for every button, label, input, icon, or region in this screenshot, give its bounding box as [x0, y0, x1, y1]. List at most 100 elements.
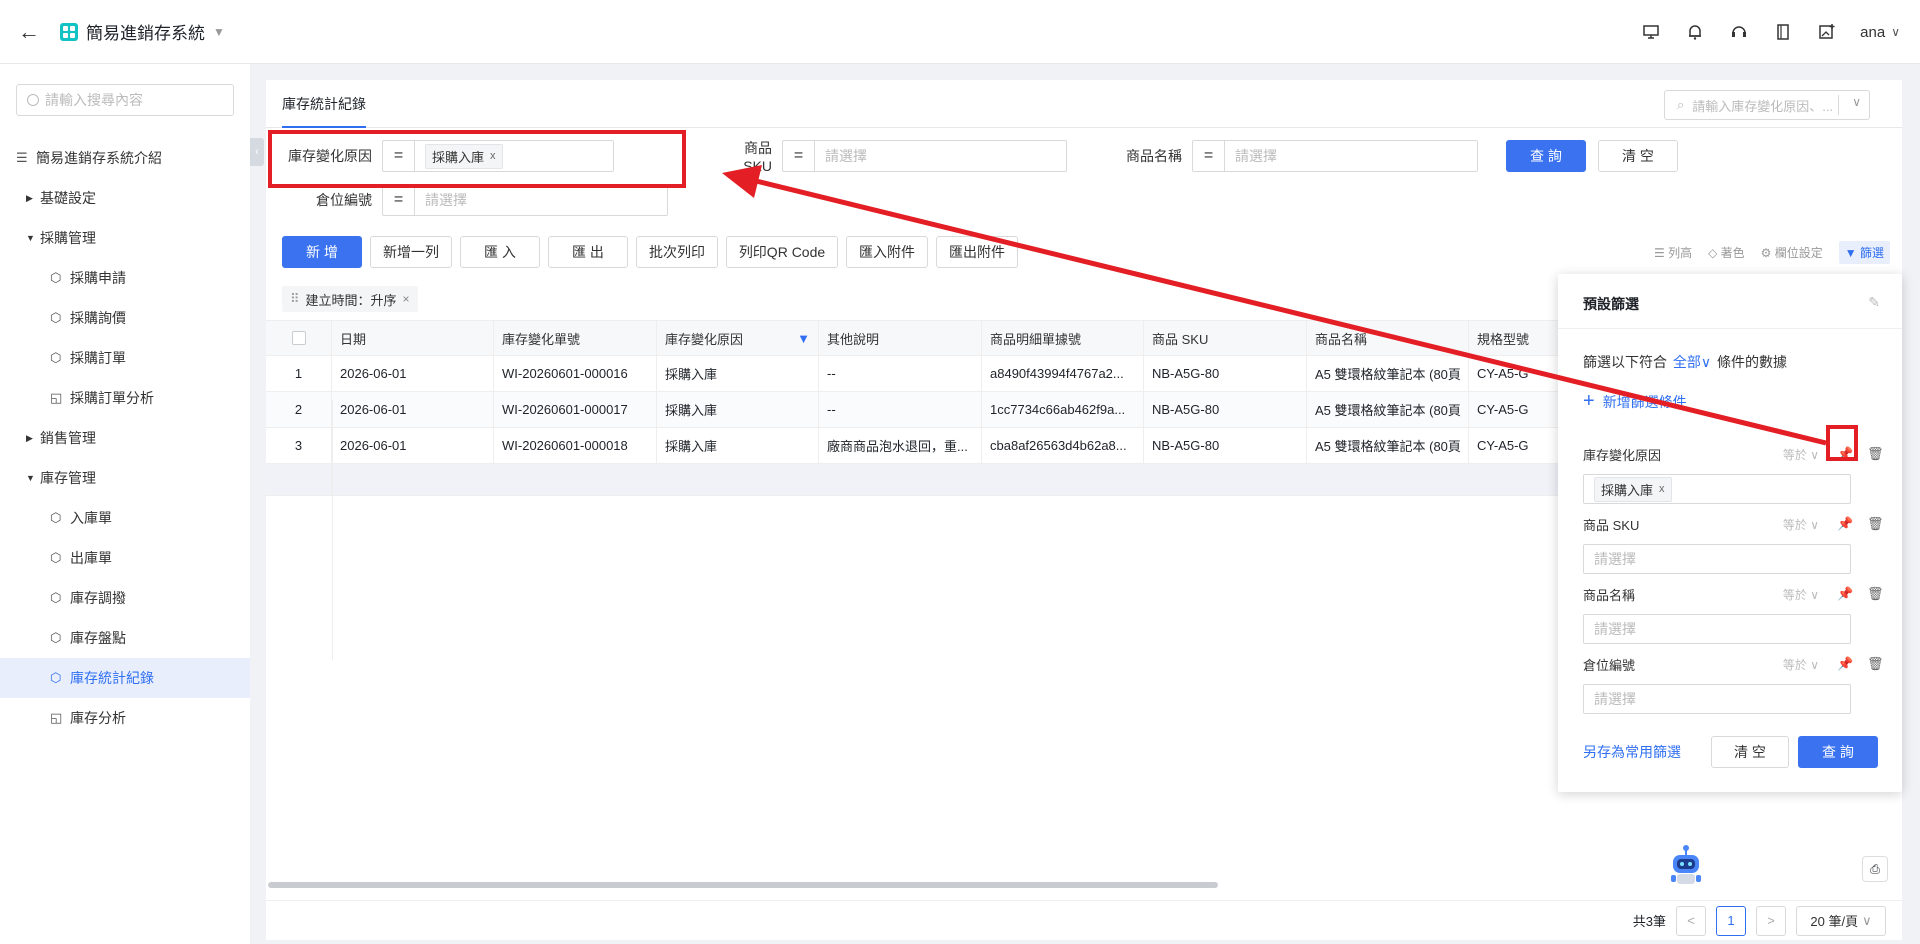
column-header[interactable]: 規格型號 [1469, 321, 1569, 355]
sidebar-item-label: 庫存管理 [40, 470, 96, 486]
sidebar-collapse-button[interactable]: ‹ [250, 138, 264, 166]
document-icon[interactable]: ⎙ [1862, 856, 1888, 882]
import-attachment-button[interactable]: 匯入附件 [846, 236, 928, 268]
robot-assistant-icon[interactable] [1664, 844, 1708, 890]
cell: A5 雙環格紋筆記本 (80頁 [1307, 428, 1469, 463]
image-edit-icon[interactable] [1816, 21, 1838, 43]
sidebar-item-inventory-records[interactable]: ⬡ 庫存統計紀錄 [0, 658, 250, 698]
caret-down-icon[interactable]: ▼ [213, 25, 225, 39]
monitor-icon[interactable] [1640, 21, 1662, 43]
add-button[interactable]: 新 增 [282, 236, 362, 268]
column-header[interactable]: 其他說明 [819, 321, 982, 355]
sidebar-item-basic-settings[interactable]: ▶ 基礎設定 [0, 178, 250, 218]
pin-icon[interactable]: 📌 [1837, 586, 1853, 602]
match-mode-select[interactable]: 全部∨ [1673, 354, 1711, 370]
user-name[interactable]: ana [1860, 24, 1885, 41]
filter-tool[interactable]: ▼ 篩選 [1838, 241, 1890, 264]
caret-right-icon: ▶ [26, 432, 33, 443]
location-select[interactable]: 請選擇 [1583, 684, 1851, 714]
pin-icon[interactable]: ✎ [1868, 294, 1880, 311]
column-header[interactable]: 庫存變化單號 [494, 321, 657, 355]
sidebar-item-purchase-request[interactable]: ⬡ 採購申請 [0, 258, 250, 298]
trash-icon[interactable]: 🗑 [1867, 586, 1884, 602]
headset-icon[interactable] [1728, 21, 1750, 43]
sku-select[interactable]: 請選擇 [814, 140, 1067, 172]
pin-icon[interactable]: 📌 [1837, 516, 1853, 532]
sidebar-search-input[interactable]: 請輸入搜尋內容 [16, 84, 234, 116]
prev-page-button[interactable]: < [1676, 905, 1706, 936]
select-all-checkbox[interactable] [291, 331, 306, 345]
record-search-select[interactable]: ⌕ 請輸入庫存變化原因、... ∨ [1664, 90, 1870, 120]
name-select[interactable]: 請選擇 [1583, 614, 1851, 644]
operator-equals[interactable]: = [382, 184, 414, 216]
trash-icon[interactable]: 🗑 [1867, 656, 1884, 672]
cube-icon: ⬡ [50, 550, 62, 565]
location-select[interactable]: 請選擇 [414, 184, 668, 216]
drag-handle-icon[interactable]: ⠿ [290, 291, 300, 307]
column-header[interactable]: 商品 SKU [1144, 321, 1307, 355]
page-1-button[interactable]: 1 [1716, 905, 1746, 936]
name-select[interactable]: 請選擇 [1224, 140, 1478, 172]
close-icon[interactable]: × [403, 292, 410, 306]
column-header[interactable]: 商品明細單據號 [982, 321, 1144, 355]
toolbar: 新 增 新增一列 匯 入 匯 出 批次列印 列印QR Code 匯入附件 匯出附… [282, 236, 1018, 268]
app-title[interactable]: 簡易進銷存系統 [86, 19, 205, 44]
field-label: 商品 SKU [1583, 517, 1640, 533]
operator-equals[interactable]: = [782, 140, 814, 172]
clear-button[interactable]: 清 空 [1598, 140, 1678, 172]
sidebar-item-purchase-inquiry[interactable]: ⬡ 採購詢價 [0, 298, 250, 338]
sort-chip[interactable]: ⠿ 建立時間：升序 × [282, 286, 418, 312]
operator-select[interactable]: 等於 ∨ [1783, 516, 1819, 533]
column-settings-tool[interactable]: ⚙ 欄位設定 [1761, 244, 1823, 261]
row-height-tool[interactable]: ☰ 列高 [1654, 244, 1692, 261]
sidebar-item-intro[interactable]: ☰ 簡易進銷存系統介紹 [0, 138, 250, 178]
trash-icon[interactable]: 🗑 [1867, 516, 1884, 532]
book-icon[interactable] [1772, 21, 1794, 43]
add-row-button[interactable]: 新增一列 [370, 236, 452, 268]
sidebar-item-inventory-mgmt[interactable]: ▼ 庫存管理 [0, 458, 250, 498]
operator-select[interactable]: 等於 ∨ [1783, 446, 1819, 463]
sidebar-item-sales-mgmt[interactable]: ▶ 銷售管理 [0, 418, 250, 458]
sidebar-item-inventory-analysis[interactable]: ◱ 庫存分析 [0, 698, 250, 738]
sidebar-item-purchase-order[interactable]: ⬡ 採購訂單 [0, 338, 250, 378]
save-filter-link[interactable]: 另存為常用篩選 [1583, 742, 1681, 762]
operator-select[interactable]: 等於 ∨ [1783, 656, 1819, 673]
sidebar-item-label: 採購訂單 [70, 350, 126, 366]
column-header[interactable]: 商品名稱 [1307, 321, 1469, 355]
sidebar-item-transfer[interactable]: ⬡ 庫存調撥 [0, 578, 250, 618]
sidebar-item-purchase-analysis[interactable]: ◱ 採購訂單分析 [0, 378, 250, 418]
batch-print-button[interactable]: 批次列印 [636, 236, 718, 268]
panel-clear-button[interactable]: 清 空 [1711, 736, 1789, 768]
sidebar-item-outbound[interactable]: ⬡ 出庫單 [0, 538, 250, 578]
next-page-button[interactable]: > [1756, 905, 1786, 936]
sidebar-item-inbound[interactable]: ⬡ 入庫單 [0, 498, 250, 538]
close-icon[interactable]: x [1659, 483, 1665, 495]
sidebar-item-purchase-mgmt[interactable]: ▼ 採購管理 [0, 218, 250, 258]
coloring-tool[interactable]: ◇ 著色 [1708, 244, 1745, 261]
chevron-down-icon[interactable]: ∨ [1891, 25, 1900, 39]
pin-icon[interactable]: 📌 [1837, 656, 1853, 672]
export-attachment-button[interactable]: 匯出附件 [936, 236, 1018, 268]
funnel-icon[interactable]: ▼ [797, 331, 810, 346]
import-button[interactable]: 匯 入 [460, 236, 540, 268]
reason-select[interactable]: 採購入庫 x [1583, 474, 1851, 504]
panel-query-button[interactable]: 查 詢 [1798, 736, 1878, 768]
page-size-select[interactable]: 20 筆/頁 ∨ [1796, 905, 1886, 936]
export-button[interactable]: 匯 出 [548, 236, 628, 268]
bell-icon[interactable] [1684, 21, 1706, 43]
horizontal-scrollbar[interactable] [268, 882, 1218, 888]
trash-icon[interactable]: 🗑 [1867, 446, 1884, 462]
sidebar-item-stocktake[interactable]: ⬡ 庫存盤點 [0, 618, 250, 658]
tab-inventory-records[interactable]: 庫存統計紀錄 [282, 94, 366, 128]
cell: WI-20260601-000018 [494, 428, 657, 463]
column-header[interactable]: 庫存變化原因 ▼ [657, 321, 819, 355]
sku-select[interactable]: 請選擇 [1583, 544, 1851, 574]
operator-select[interactable]: 等於 ∨ [1783, 586, 1819, 603]
add-condition-button[interactable]: + 新增篩選條件 [1583, 390, 1687, 413]
operator-equals[interactable]: = [1192, 140, 1224, 172]
back-arrow-icon[interactable]: ← [18, 19, 48, 45]
filter-name: 商品名稱 = 請選擇 [1122, 140, 1478, 172]
print-qr-button[interactable]: 列印QR Code [726, 236, 838, 268]
column-header[interactable]: 日期 [332, 321, 494, 355]
query-button[interactable]: 查 詢 [1506, 140, 1586, 172]
